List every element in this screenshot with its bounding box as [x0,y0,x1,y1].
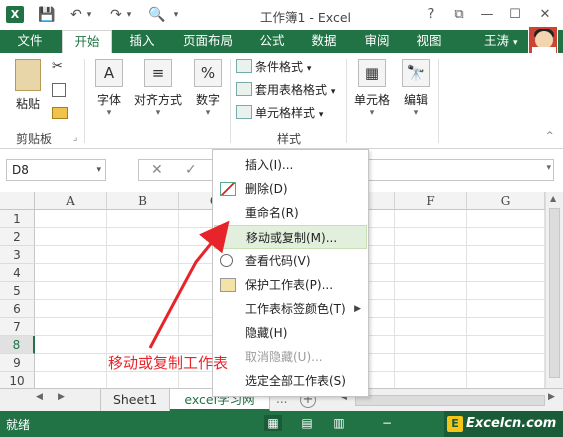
annotation-arrow [148,220,230,349]
annotation-label: 移动或复制工作表 [108,354,229,372]
